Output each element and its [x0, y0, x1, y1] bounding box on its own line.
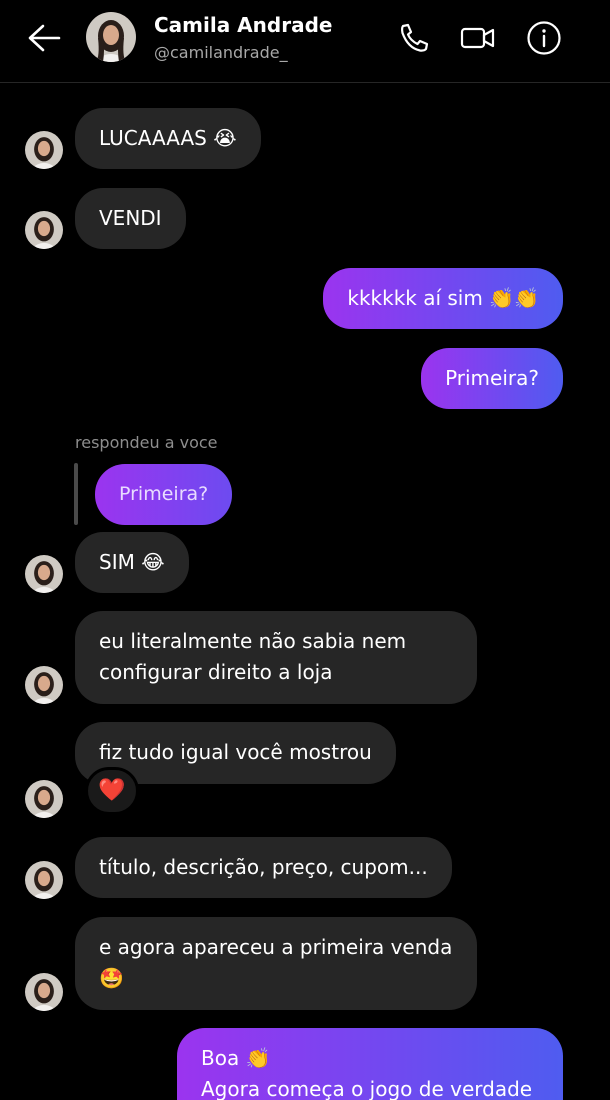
sender-avatar[interactable]: [25, 780, 63, 818]
back-arrow-icon[interactable]: [26, 22, 62, 54]
sender-avatar[interactable]: [25, 861, 63, 899]
chat-header: Camila Andrade @camilandrade_: [0, 0, 610, 83]
incoming-message[interactable]: VENDI: [75, 188, 186, 249]
incoming-message[interactable]: LUCAAAAS 😭: [75, 108, 261, 169]
incoming-message[interactable]: eu literalmente não sabia nem configurar…: [75, 611, 477, 704]
incoming-message[interactable]: e agora apareceu a primeira venda 🤩: [75, 917, 477, 1010]
replied-message-quote[interactable]: Primeira?: [95, 464, 233, 525]
incoming-message[interactable]: título, descrição, preço, cupom...: [75, 837, 452, 898]
sender-avatar[interactable]: [25, 973, 63, 1011]
sender-avatar[interactable]: [25, 666, 63, 704]
reply-indicator-bar: [74, 463, 78, 525]
contact-handle: @camilandrade_: [154, 43, 288, 62]
sender-avatar[interactable]: [25, 211, 63, 249]
chat-screen: Camila Andrade @camilandrade_ LUCAAAAS 😭…: [0, 0, 610, 1100]
reply-label: respondeu a voce: [75, 433, 218, 452]
outgoing-message[interactable]: Primeira?: [421, 348, 563, 409]
video-camera-icon[interactable]: [459, 20, 497, 56]
info-icon[interactable]: [526, 20, 562, 56]
outgoing-message[interactable]: kkkkkk aí sim 👏👏: [323, 268, 563, 329]
contact-name[interactable]: Camila Andrade: [154, 13, 332, 37]
sender-avatar[interactable]: [25, 131, 63, 169]
sender-avatar[interactable]: [25, 555, 63, 593]
incoming-message[interactable]: SIM 😂: [75, 532, 189, 593]
outgoing-message[interactable]: Boa 👏 Agora começa o jogo de verdade: [177, 1028, 563, 1100]
contact-avatar[interactable]: [86, 12, 136, 62]
phone-icon[interactable]: [396, 20, 432, 56]
heart-reaction-badge[interactable]: ❤️: [85, 767, 139, 815]
